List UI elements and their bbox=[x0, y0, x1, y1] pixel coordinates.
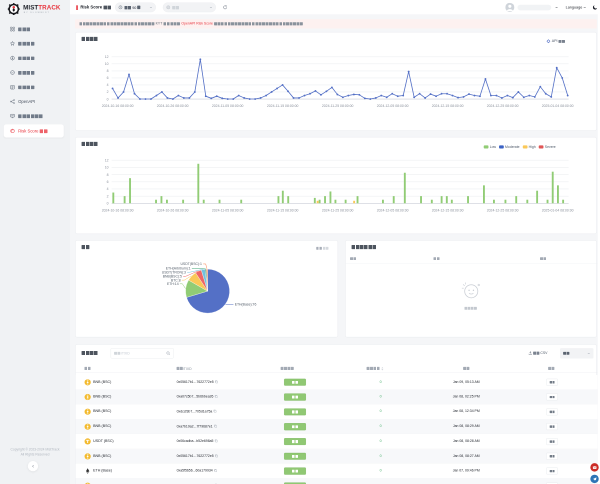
svg-text:2: 2 bbox=[107, 194, 109, 198]
svg-text:12: 12 bbox=[105, 159, 109, 163]
svg-text:2024-12-05 08:00:00: 2024-12-05 08:00:00 bbox=[377, 104, 409, 108]
svg-text:10: 10 bbox=[105, 62, 109, 66]
svg-text:2024-12-05 08:00:00: 2024-12-05 08:00:00 bbox=[377, 209, 409, 213]
svg-text:8: 8 bbox=[107, 69, 109, 73]
svg-text:2024-10-16 08:00:00: 2024-10-16 08:00:00 bbox=[102, 104, 134, 108]
svg-text:2024-12-25 08:00:00: 2024-12-25 08:00:00 bbox=[487, 209, 519, 213]
svg-text:0: 0 bbox=[107, 202, 109, 206]
svg-text:2024-11-05 08:00:00: 2024-11-05 08:00:00 bbox=[212, 104, 244, 108]
svg-text:0: 0 bbox=[107, 97, 109, 101]
svg-text:2024-10-26 08:00:00: 2024-10-26 08:00:00 bbox=[157, 209, 189, 213]
svg-text:2024-12-15 08:00:00: 2024-12-15 08:00:00 bbox=[432, 104, 464, 108]
svg-text:4: 4 bbox=[107, 187, 109, 191]
svg-text:2024-12-15 08:00:00: 2024-12-15 08:00:00 bbox=[432, 209, 464, 213]
svg-text:2024-11-15 08:00:00: 2024-11-15 08:00:00 bbox=[267, 104, 299, 108]
svg-text:ETH(Base):76: ETH(Base):76 bbox=[235, 303, 257, 307]
svg-text:2: 2 bbox=[107, 90, 109, 94]
svg-text:2024-11-25 08:00:00: 2024-11-25 08:00:00 bbox=[322, 209, 354, 213]
svg-text:2024-12-25 08:00:00: 2024-12-25 08:00:00 bbox=[487, 104, 519, 108]
svg-text:2024-11-05 08:00:00: 2024-11-05 08:00:00 bbox=[212, 209, 244, 213]
svg-text:ETH:14: ETH:14 bbox=[167, 282, 179, 286]
svg-text:2024-11-15 08:00:00: 2024-11-15 08:00:00 bbox=[267, 209, 299, 213]
svg-text:6: 6 bbox=[107, 180, 109, 184]
svg-text:10: 10 bbox=[105, 166, 109, 170]
svg-text:2024-10-16 08:00:00: 2024-10-16 08:00:00 bbox=[102, 209, 134, 213]
svg-text:6: 6 bbox=[107, 76, 109, 80]
svg-text:2025-01-04 08:00:00: 2025-01-04 08:00:00 bbox=[542, 209, 574, 213]
svg-text:8: 8 bbox=[107, 173, 109, 177]
svg-text:12: 12 bbox=[105, 55, 109, 59]
svg-text:2024-11-25 08:00:00: 2024-11-25 08:00:00 bbox=[322, 104, 354, 108]
svg-text:4: 4 bbox=[107, 83, 109, 87]
svg-text:2024-10-26 08:00:00: 2024-10-26 08:00:00 bbox=[157, 104, 189, 108]
svg-text:2025-01-04 08:00:00: 2025-01-04 08:00:00 bbox=[542, 104, 574, 108]
